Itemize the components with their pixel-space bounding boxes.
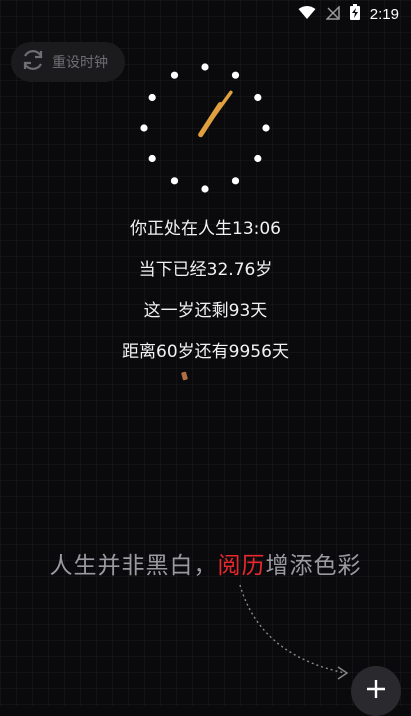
status-time: 2:19	[369, 5, 399, 23]
slogan-part2: 增添色彩	[265, 553, 362, 579]
minute-hand	[198, 90, 233, 137]
slogan: 人生并非黑白，阅历增添色彩	[0, 546, 411, 580]
clock-dot	[170, 71, 179, 79]
no-signal-icon	[324, 4, 340, 24]
clock-dot	[140, 124, 148, 132]
slogan-part1: 人生并非黑白，	[49, 553, 218, 579]
slogan-highlight: 阅历	[217, 553, 266, 579]
clock-dot	[262, 124, 270, 132]
days-left-this-year-text: 这一岁还剩93天	[143, 301, 268, 321]
life-time-text: 你正处在人生13:06	[130, 219, 281, 239]
clock-dot	[201, 63, 209, 71]
age-text: 当下已经32.76岁	[138, 260, 273, 280]
add-button[interactable]	[351, 666, 401, 716]
clock-dot	[148, 93, 156, 102]
reset-clock-label: 重设时钟	[52, 55, 108, 71]
clock-dot	[170, 177, 179, 185]
clock-dot	[231, 71, 240, 79]
life-clock	[135, 58, 275, 198]
life-stats: 你正处在人生13:06 当下已经32.76岁 这一岁还剩93天 距离60岁还有9…	[0, 218, 411, 382]
clock-dot	[254, 154, 262, 163]
battery-charging-icon	[349, 4, 360, 24]
clock-dot	[231, 177, 240, 185]
clock-dot	[201, 185, 209, 193]
clock-dot	[254, 93, 262, 102]
refresh-icon	[20, 47, 46, 77]
clock-dot	[148, 154, 156, 163]
reset-clock-button[interactable]: 重设时钟	[11, 42, 125, 82]
wifi-icon	[298, 5, 316, 24]
plus-icon	[366, 679, 386, 703]
status-bar: 2:19	[0, 0, 411, 30]
days-until-60-text: 距离60岁还有9956天	[122, 342, 289, 362]
